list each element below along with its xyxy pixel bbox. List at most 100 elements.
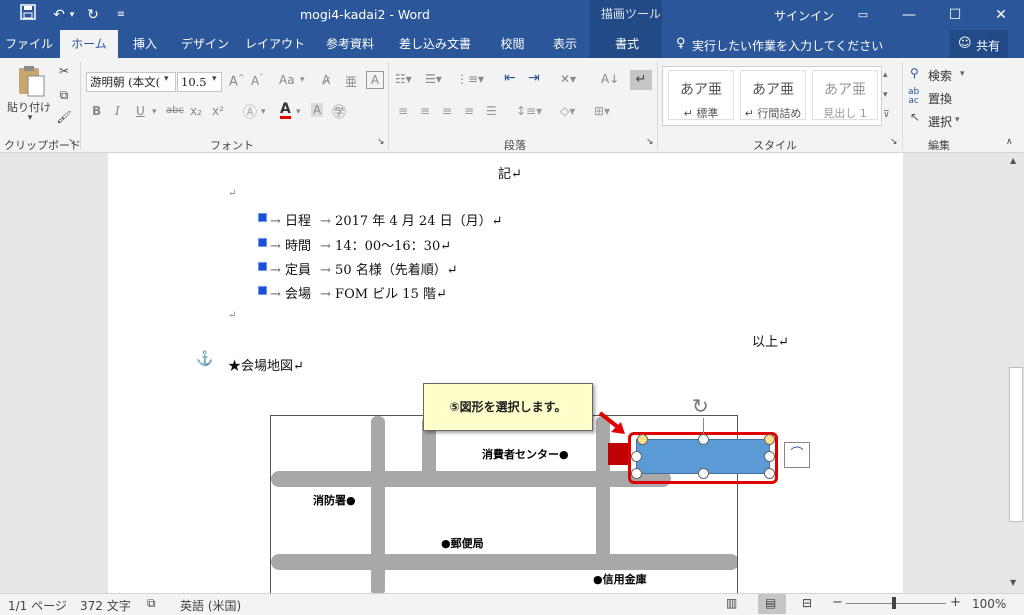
align-left-icon[interactable]: ≡ — [398, 104, 408, 118]
align-right-icon[interactable]: ≡ — [442, 104, 452, 118]
language-indicator[interactable]: 英語 (米国) — [180, 597, 241, 614]
ribbon-display-icon[interactable]: ▭ — [840, 0, 886, 30]
sort-icon[interactable]: A↓ — [601, 72, 619, 86]
grow-font-icon[interactable]: A^ — [229, 73, 245, 89]
paste-icon[interactable] — [14, 64, 48, 98]
scroll-thumb[interactable] — [1009, 367, 1023, 522]
clear-formatting-icon[interactable]: A̷ — [322, 73, 330, 87]
zoom-slider-thumb[interactable] — [892, 597, 896, 609]
italic-button[interactable]: I — [115, 104, 120, 118]
scroll-up-icon[interactable]: ▲ — [1010, 156, 1016, 165]
collapse-ribbon-icon[interactable]: ∧ — [1006, 137, 1013, 147]
tab-mailings[interactable]: 差し込み文書 — [390, 30, 480, 58]
bullets-icon[interactable]: ☷▾ — [395, 72, 412, 86]
superscript-button[interactable]: x² — [212, 104, 224, 118]
align-center-icon[interactable]: ≡ — [420, 104, 430, 118]
strikethrough-button[interactable]: abc — [166, 105, 184, 116]
find-dropdown-icon[interactable]: ▾ — [960, 69, 965, 79]
text-effects-dropdown-icon[interactable]: ▾ — [261, 107, 266, 117]
style-no-spacing[interactable]: あア亜 ↵ 行間詰め — [740, 70, 806, 120]
tab-view[interactable]: 表示 — [540, 30, 590, 58]
clipboard-launcher-icon[interactable]: ↘ — [68, 137, 76, 147]
font-color-button[interactable]: A — [280, 102, 291, 119]
tell-me-input[interactable]: 実行したい作業を入力してください — [692, 37, 883, 54]
resize-handle[interactable] — [698, 434, 709, 445]
paste-dropdown-icon[interactable]: ▾ — [20, 113, 40, 123]
copy-icon[interactable]: ⧉ — [56, 88, 72, 103]
underline-button[interactable]: U — [136, 104, 145, 118]
rotate-handle-icon[interactable]: ↻ — [692, 394, 709, 418]
replace-button[interactable]: 置換 — [928, 90, 952, 107]
font-name-combo[interactable]: 游明朝 (本文( — [86, 72, 176, 92]
style-scroll-down-icon[interactable]: ▾ — [883, 90, 888, 100]
tab-references[interactable]: 参考資料 — [315, 30, 385, 58]
read-mode-icon[interactable]: ▥ — [726, 596, 737, 610]
change-case-button[interactable]: Aa — [279, 73, 295, 87]
phonetic-guide-icon[interactable]: 亜 — [345, 73, 357, 90]
distribute-icon[interactable]: ☰ — [486, 104, 497, 118]
format-painter-icon[interactable]: 🖌 — [56, 110, 72, 124]
signin-link[interactable]: サインイン — [774, 7, 834, 24]
resize-handle[interactable] — [631, 468, 642, 479]
layout-options-icon[interactable]: ⌒ — [784, 442, 810, 468]
resize-handle[interactable] — [698, 468, 709, 479]
tab-insert[interactable]: 挿入 — [120, 30, 170, 58]
zoom-slider-track[interactable] — [846, 603, 946, 604]
shrink-font-icon[interactable]: Aˇ — [251, 73, 263, 88]
font-launcher-icon[interactable]: ↘ — [377, 137, 385, 147]
bold-button[interactable]: B — [92, 104, 101, 118]
char-shading-icon[interactable]: A — [311, 103, 324, 117]
style-normal[interactable]: あア亜 ↵ 標準 — [668, 70, 734, 120]
tab-home[interactable]: ホーム — [60, 30, 118, 58]
web-layout-icon[interactable]: ⊟ — [802, 596, 812, 610]
show-marks-button[interactable]: ↵ — [630, 70, 652, 90]
customize-qat-icon[interactable]: ≡ — [110, 4, 132, 26]
styles-launcher-icon[interactable]: ↘ — [890, 137, 898, 147]
select-dropdown-icon[interactable]: ▾ — [955, 115, 960, 125]
justify-icon[interactable]: ≡ — [464, 104, 474, 118]
tab-file[interactable]: ファイル — [0, 30, 58, 58]
tab-format[interactable]: 書式 — [596, 30, 658, 58]
resize-handle[interactable] — [631, 451, 642, 462]
resize-handle[interactable] — [764, 468, 775, 479]
save-icon[interactable] — [17, 4, 39, 26]
char-border-icon[interactable]: A — [366, 71, 384, 89]
resize-handle[interactable] — [764, 434, 775, 445]
cut-icon[interactable]: ✂ — [56, 64, 72, 78]
tab-review[interactable]: 校閲 — [485, 30, 540, 58]
find-button[interactable]: 検索 — [928, 67, 952, 84]
decrease-indent-icon[interactable]: ⇤ — [504, 70, 516, 86]
word-count[interactable]: 372 文字 — [80, 597, 131, 614]
font-name-dropdown-icon[interactable]: ▾ — [164, 74, 169, 84]
style-heading1[interactable]: あア亜 見出し 1 — [812, 70, 878, 120]
multilevel-list-icon[interactable]: ⋮≡▾ — [456, 72, 484, 86]
zoom-out-button[interactable]: − — [832, 595, 843, 610]
subscript-button[interactable]: x₂ — [190, 104, 202, 118]
underline-dropdown-icon[interactable]: ▾ — [152, 107, 157, 117]
asian-layout-icon[interactable]: ✕▾ — [560, 72, 576, 86]
line-spacing-icon[interactable]: ↕≡▾ — [516, 104, 542, 118]
undo-dropdown-icon[interactable]: ▾ — [66, 4, 78, 26]
page-count[interactable]: 1/1 ページ — [8, 597, 67, 614]
resize-handle[interactable] — [764, 451, 775, 462]
zoom-in-button[interactable]: + — [950, 595, 961, 610]
redo-icon[interactable]: ↻ — [82, 4, 104, 26]
zoom-level[interactable]: 100% — [972, 597, 1006, 611]
borders-icon[interactable]: ⊞▾ — [594, 104, 610, 118]
tab-design[interactable]: デザイン — [175, 30, 235, 58]
style-more-icon[interactable]: ⊽ — [883, 110, 890, 120]
font-color-dropdown-icon[interactable]: ▾ — [296, 107, 301, 117]
resize-handle[interactable] — [637, 434, 648, 445]
change-case-dropdown-icon[interactable]: ▾ — [300, 75, 305, 85]
tab-layout[interactable]: レイアウト — [240, 30, 310, 58]
scroll-down-icon[interactable]: ▼ — [1010, 578, 1016, 587]
paragraph-launcher-icon[interactable]: ↘ — [646, 137, 654, 147]
select-button[interactable]: 選択 — [928, 113, 952, 130]
style-scroll-up-icon[interactable]: ▴ — [883, 70, 888, 80]
share-button[interactable]: ☺ 共有 — [950, 30, 1008, 58]
enclose-char-icon[interactable]: ㊫ — [332, 102, 346, 122]
proofing-icon[interactable]: ⧉ — [147, 596, 156, 611]
font-size-dropdown-icon[interactable]: ▾ — [212, 74, 217, 84]
text-effects-icon[interactable]: Ⓐ — [243, 102, 257, 122]
maximize-button[interactable]: ☐ — [932, 0, 978, 30]
